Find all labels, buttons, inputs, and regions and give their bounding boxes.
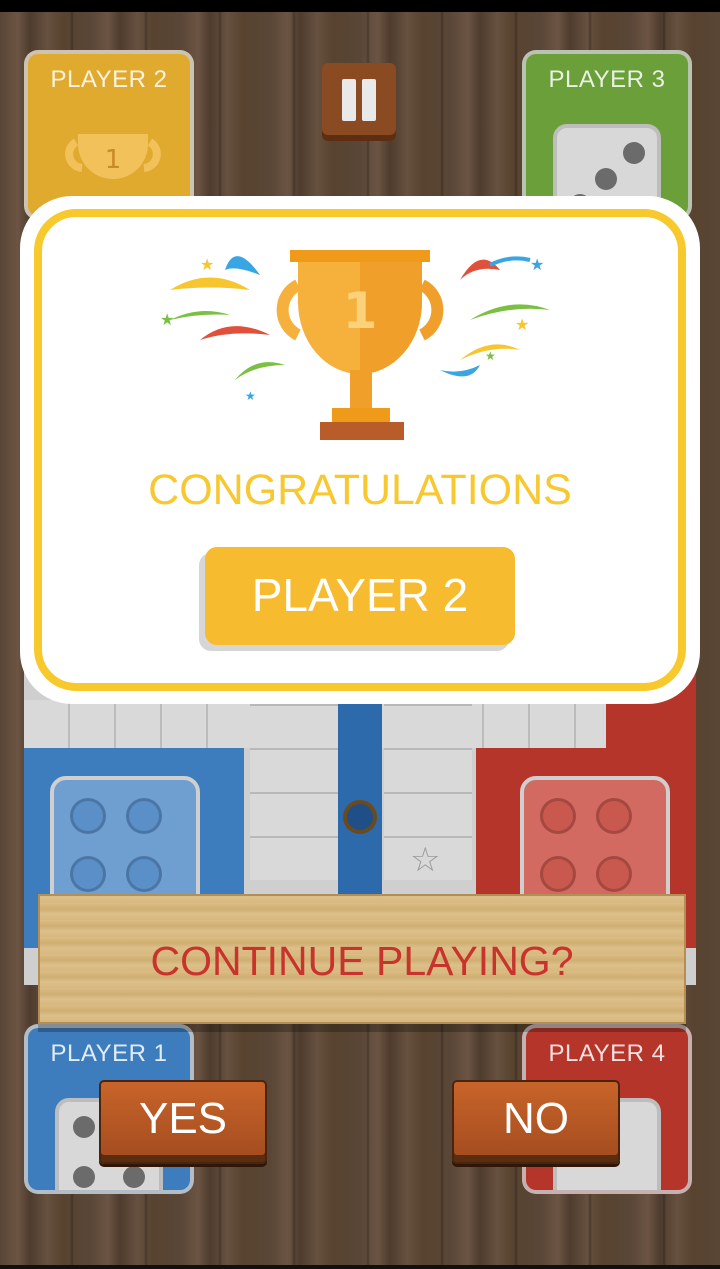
trophy-icon: ★ ★ ★ ★ ★ ★ 1 — [160, 250, 550, 440]
congratulations-title: CONGRATULATIONS — [148, 466, 572, 514]
token-icon[interactable] — [343, 800, 377, 834]
svg-text:★: ★ — [515, 317, 529, 334]
status-bar — [0, 0, 720, 12]
svg-text:★: ★ — [485, 349, 496, 363]
yes-button[interactable]: YES — [99, 1080, 267, 1164]
pause-icon — [342, 79, 356, 121]
svg-text:★: ★ — [200, 257, 214, 274]
winner-label: PLAYER 2 — [251, 569, 469, 621]
winner-player-button[interactable]: PLAYER 2 — [205, 547, 515, 645]
continue-question: CONTINUE PLAYING? — [150, 938, 574, 984]
pause-button[interactable] — [322, 63, 396, 141]
player-3-card: PLAYER 3 — [522, 50, 692, 220]
no-button[interactable]: NO — [452, 1080, 620, 1164]
continue-panel: CONTINUE PLAYING? — [38, 894, 686, 1024]
player-1-label: PLAYER 1 — [50, 1040, 168, 1067]
player-2-card: PLAYER 2 1 — [24, 50, 194, 220]
player-2-label: PLAYER 2 — [50, 66, 168, 93]
star-icon: ☆ — [410, 841, 441, 879]
trophy-number: 1 — [343, 282, 378, 340]
yes-label: YES — [138, 1094, 228, 1143]
player-3-label: PLAYER 3 — [548, 66, 666, 93]
svg-text:★: ★ — [160, 312, 174, 329]
svg-text:★: ★ — [245, 389, 256, 403]
svg-text:1: 1 — [105, 145, 122, 175]
trophy-icon-small: 1 — [65, 134, 161, 179]
player-4-label: PLAYER 4 — [548, 1040, 666, 1067]
no-label: NO — [503, 1094, 569, 1143]
navigation-bar — [0, 1265, 720, 1269]
svg-text:★: ★ — [530, 257, 544, 274]
